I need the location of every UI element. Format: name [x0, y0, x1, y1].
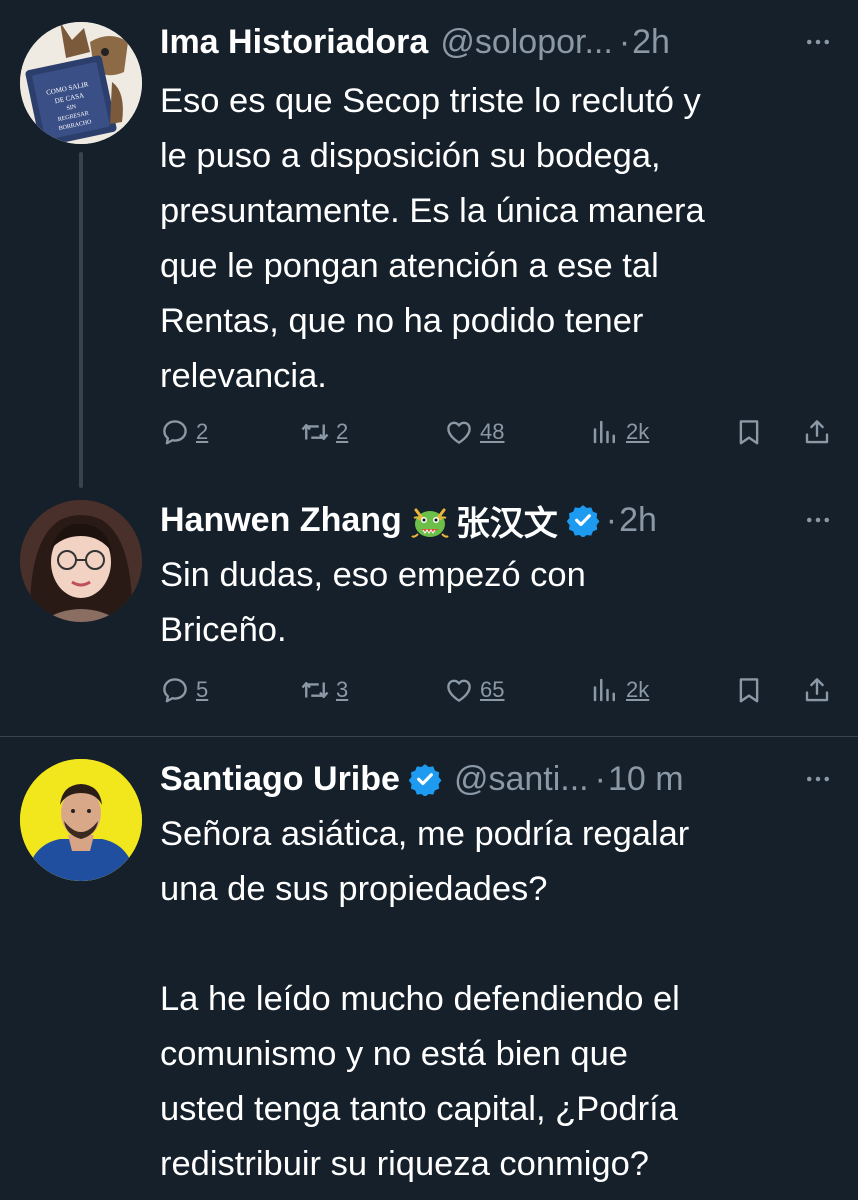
heart-icon: [444, 417, 474, 447]
views-button[interactable]: 2k: [590, 670, 649, 710]
author-name[interactable]: Santiago Uribe: [160, 760, 400, 799]
tweet-text: Eso es que Secop triste lo reclutó y le …: [160, 82, 705, 395]
like-count: 65: [480, 677, 505, 702]
views-count: 2k: [626, 677, 650, 702]
dragon-emoji-icon: [411, 508, 449, 538]
share-icon: [802, 417, 832, 447]
bookmark-button[interactable]: [734, 670, 764, 710]
reply-count: 2: [196, 419, 209, 444]
more-icon: [803, 764, 833, 794]
separator-dot: ·: [618, 22, 631, 61]
views-count: 2k: [626, 419, 650, 444]
tweet-header: Hanwen Zhang 张汉文 · 2h: [160, 496, 838, 545]
author-name[interactable]: Hanwen Zhang: [160, 501, 402, 540]
more-button[interactable]: [798, 500, 838, 540]
avatar-image: [20, 500, 142, 622]
reply-count: 5: [196, 677, 209, 702]
reply-icon: [160, 417, 190, 447]
bookmark-icon: [734, 675, 764, 705]
heart-icon: [444, 675, 474, 705]
views-icon: [590, 675, 620, 705]
share-button[interactable]: [802, 670, 832, 710]
retweet-count: 3: [336, 677, 349, 702]
like-button[interactable]: 65: [444, 670, 504, 710]
more-icon: [803, 505, 833, 535]
reply-button[interactable]: 2: [160, 412, 208, 452]
retweet-icon: [300, 675, 330, 705]
avatar-ima-historiadora[interactable]: COMO SALIR DE CASA SIN REGRESAR BORRACHO: [20, 22, 142, 144]
avatar-santiago-uribe[interactable]: [20, 759, 142, 881]
separator-dot: ·: [594, 759, 606, 798]
avatar-image: COMO SALIR DE CASA SIN REGRESAR BORRACHO: [20, 22, 142, 144]
retweet-icon: [300, 417, 330, 447]
timestamp[interactable]: 2h: [632, 23, 670, 62]
author-handle[interactable]: @solopor...: [440, 23, 613, 62]
timestamp[interactable]: 10 m: [608, 760, 684, 799]
retweet-button[interactable]: 2: [300, 412, 348, 452]
timestamp[interactable]: 2h: [619, 501, 657, 540]
more-icon: [803, 27, 833, 57]
share-button[interactable]: [802, 412, 832, 452]
reply-button[interactable]: 5: [160, 670, 208, 710]
retweet-count: 2: [336, 419, 349, 444]
tweet-header: Ima Historiadora @solopor... · 2h: [160, 20, 838, 64]
tweet-ima-historiadora[interactable]: COMO SALIR DE CASA SIN REGRESAR BORRACHO…: [0, 0, 858, 488]
author-handle[interactable]: @santi...: [454, 760, 589, 799]
thread-line: [79, 152, 83, 488]
like-count: 48: [480, 419, 505, 444]
tweet-text: Sin dudas, eso empezó con Briceño.: [160, 556, 586, 649]
more-button[interactable]: [798, 22, 838, 62]
tweet-hanwen-zhang[interactable]: Hanwen Zhang 张汉文 · 2h Sin dudas, eso emp…: [0, 480, 858, 734]
avatar-image: [20, 759, 142, 881]
tweet-actions: 2 2 48 2k: [160, 412, 840, 452]
like-button[interactable]: 48: [444, 412, 504, 452]
separator-dot: ·: [605, 500, 618, 539]
bookmark-icon: [734, 417, 764, 447]
bookmark-button[interactable]: [734, 412, 764, 452]
views-button[interactable]: 2k: [590, 412, 649, 452]
share-icon: [802, 675, 832, 705]
avatar-hanwen-zhang[interactable]: [20, 500, 142, 622]
author-name-chinese[interactable]: 张汉文: [456, 496, 558, 545]
retweet-button[interactable]: 3: [300, 670, 348, 710]
verified-badge-icon: [408, 762, 442, 796]
tweet-text: Señora asiática, me podría regalar una d…: [160, 815, 690, 1183]
reply-icon: [160, 675, 190, 705]
verified-badge-icon: [566, 503, 600, 537]
views-icon: [590, 417, 620, 447]
more-button[interactable]: [798, 759, 838, 799]
tweet-actions: 5 3 65 2k: [160, 670, 840, 710]
tweet-santiago-uribe[interactable]: Santiago Uribe @santi... · 10 m Señora a…: [0, 737, 858, 1200]
author-name[interactable]: Ima Historiadora: [160, 23, 428, 62]
tweet-header: Santiago Uribe @santi... · 10 m: [160, 757, 838, 801]
